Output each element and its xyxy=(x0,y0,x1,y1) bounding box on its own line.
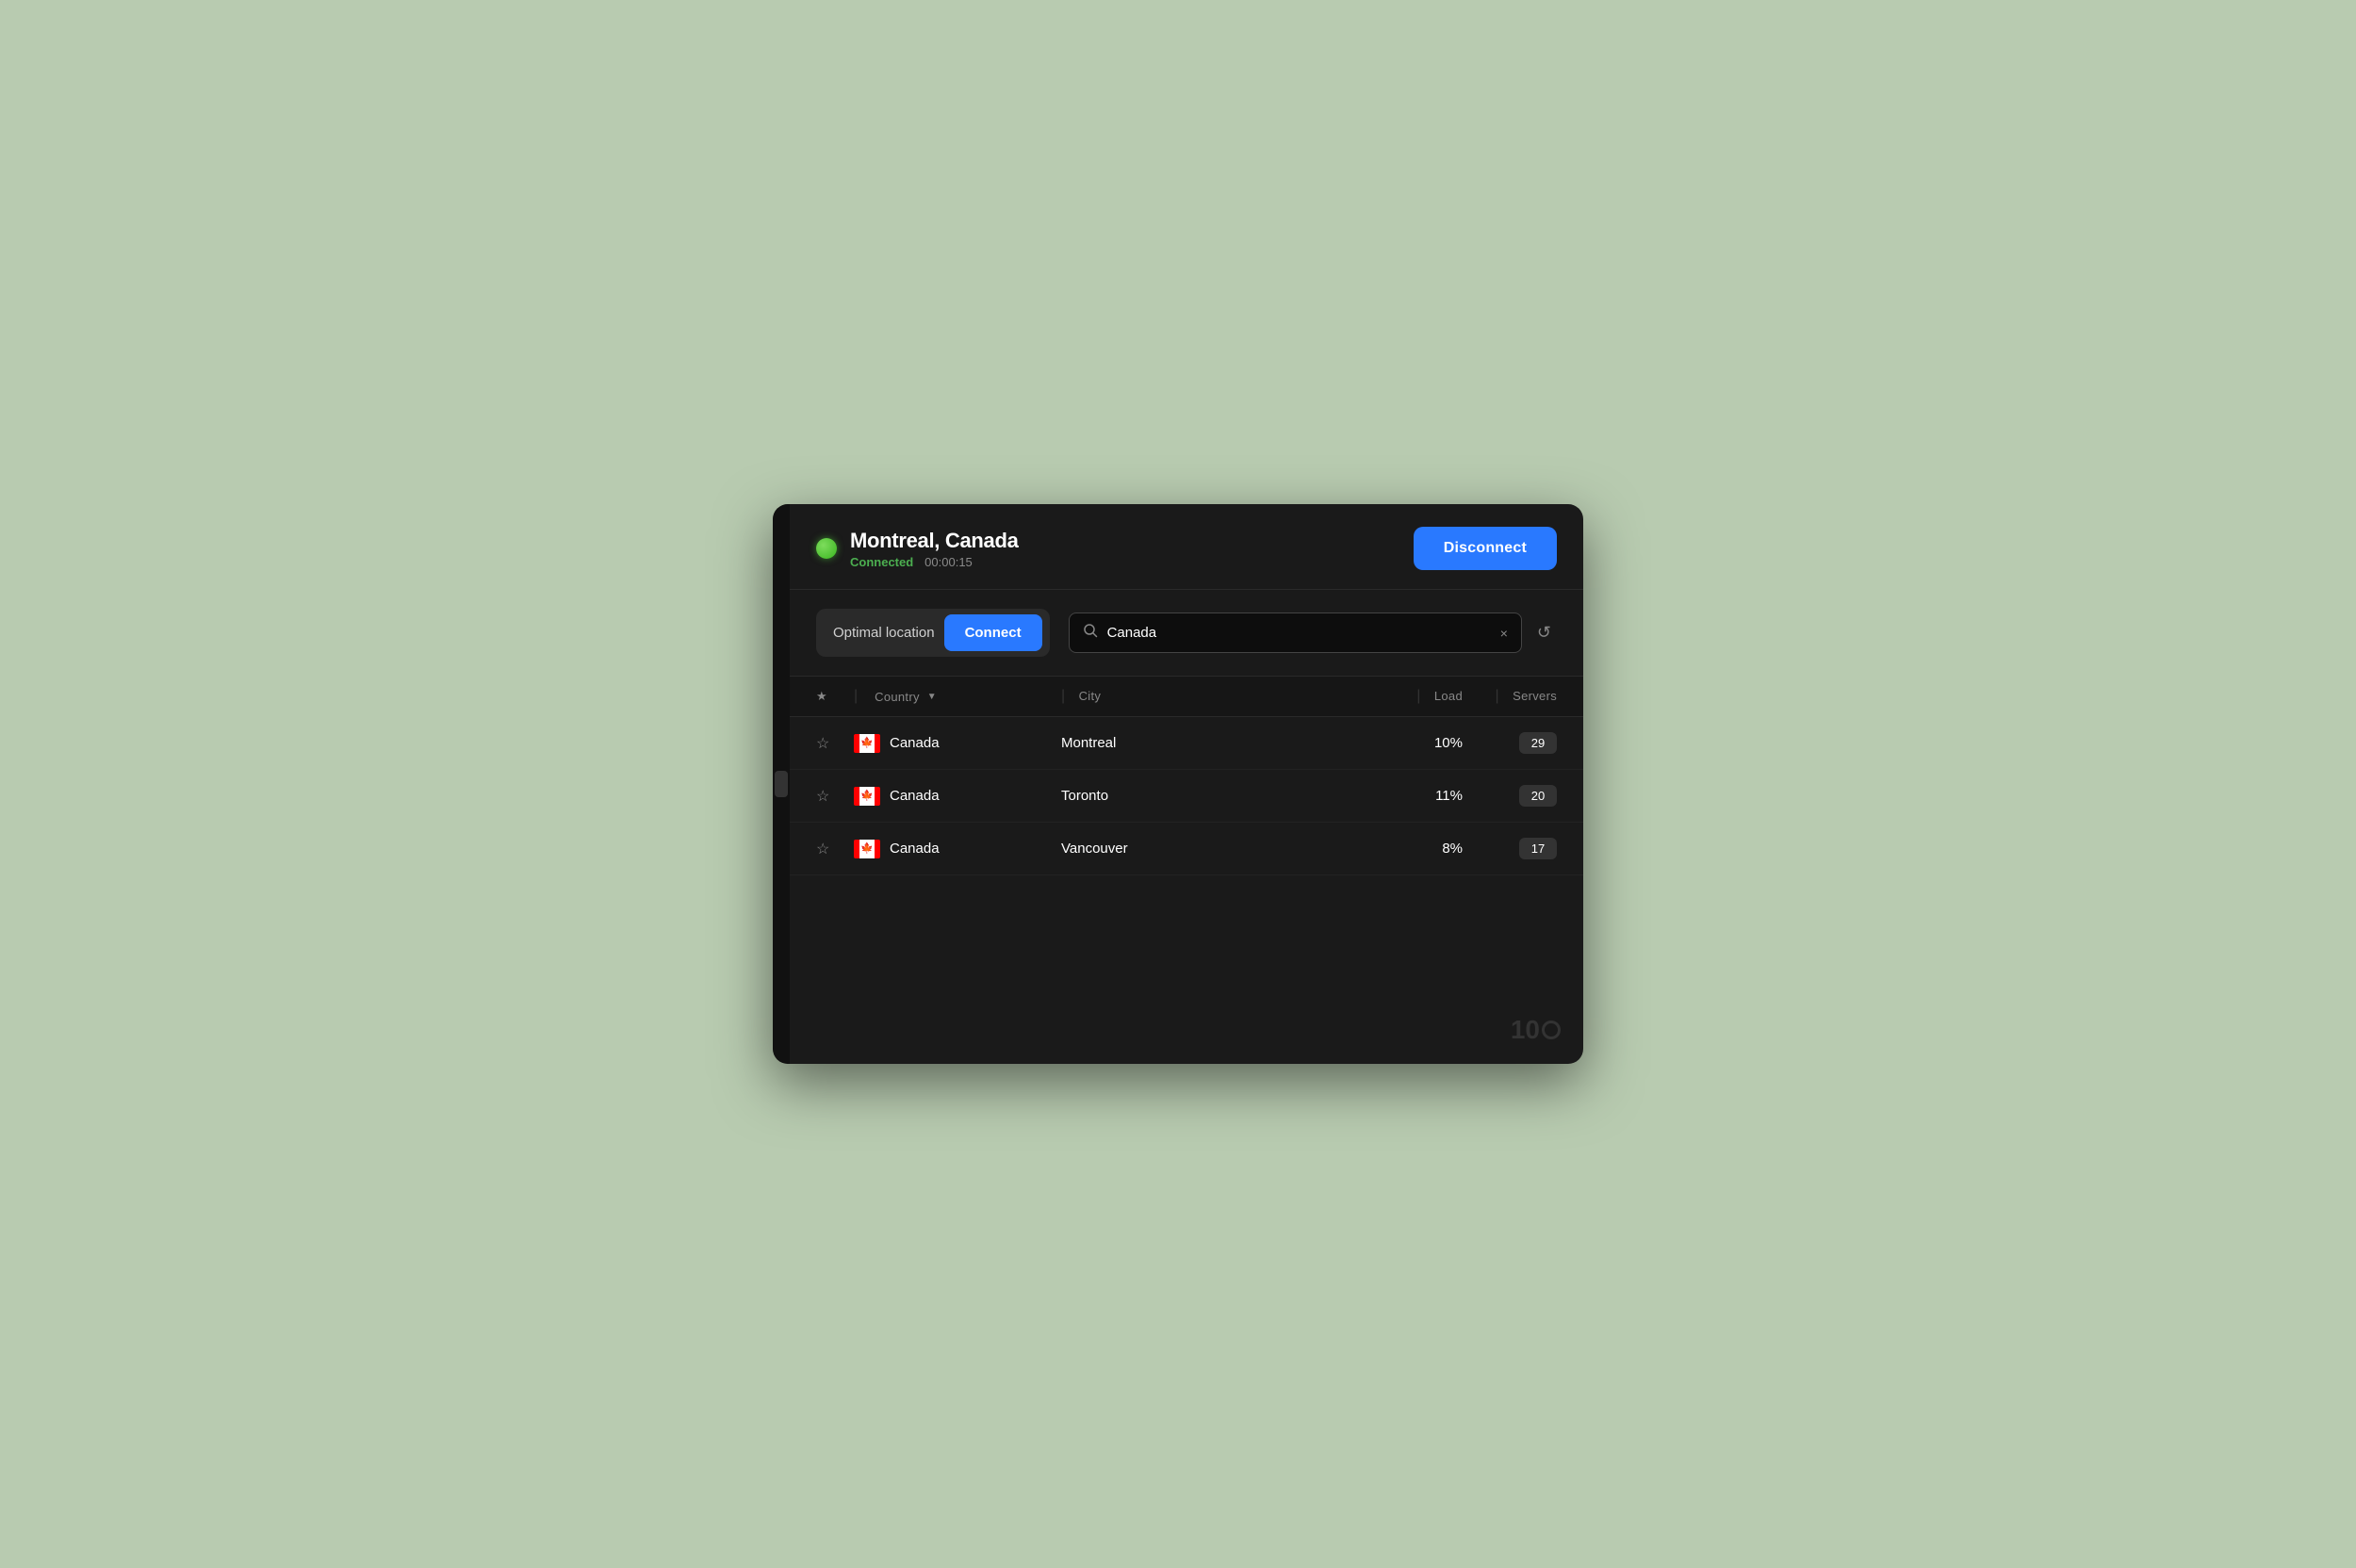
country-column-label: Country xyxy=(875,690,920,704)
city-vancouver: Vancouver xyxy=(1061,841,1387,857)
connection-timer: 00:00:15 xyxy=(924,555,973,569)
load-montreal: 10% xyxy=(1387,735,1481,751)
servers-column-label: Servers xyxy=(1513,689,1557,703)
city-montreal: Montreal xyxy=(1061,735,1387,751)
country-cell-vancouver: 🍁 Canada xyxy=(854,840,1061,858)
search-icon xyxy=(1083,623,1098,643)
load-toronto: 11% xyxy=(1387,788,1481,804)
star-column-header: ★ xyxy=(816,689,827,703)
country-name-vancouver: Canada xyxy=(890,841,940,857)
app-window: Montreal, Canada Connected 00:00:15 Disc… xyxy=(773,504,1583,1064)
sidebar-strip xyxy=(773,504,790,1064)
servers-cell-montreal: 29 xyxy=(1481,732,1557,754)
servers-badge-vancouver: 17 xyxy=(1519,838,1557,859)
table-row[interactable]: ☆ 🍁 Canada Montreal 10% 29 xyxy=(790,717,1583,770)
col-header-city: | City xyxy=(1061,688,1387,705)
favorite-button-montreal[interactable]: ☆ xyxy=(816,734,854,753)
favorite-button-vancouver[interactable]: ☆ xyxy=(816,840,854,858)
country-cell-montreal: 🍁 Canada xyxy=(854,734,1061,753)
connection-location: Montreal, Canada xyxy=(850,529,1019,553)
connection-status-row: Connected 00:00:15 xyxy=(850,555,1019,569)
servers-cell-toronto: 20 xyxy=(1481,785,1557,807)
toolbar: Optimal location Connect × xyxy=(790,590,1583,677)
main-content: Montreal, Canada Connected 00:00:15 Disc… xyxy=(790,504,1583,1064)
favorite-button-toronto[interactable]: ☆ xyxy=(816,787,854,806)
disconnect-button[interactable]: Disconnect xyxy=(1414,527,1557,570)
table-row[interactable]: ☆ 🍁 Canada Vancouver 8% 17 xyxy=(790,823,1583,875)
canada-flag-montreal: 🍁 xyxy=(854,734,880,753)
city-column-label: City xyxy=(1079,689,1102,703)
country-name-montreal: Canada xyxy=(890,735,940,751)
servers-badge-toronto: 20 xyxy=(1519,785,1557,807)
table-row[interactable]: ☆ 🍁 Canada Toronto 11% 20 xyxy=(790,770,1583,823)
col-header-load: | Load xyxy=(1387,688,1481,705)
search-area: × ↺ xyxy=(1069,612,1557,653)
status-dot xyxy=(816,538,837,559)
search-box[interactable]: × xyxy=(1069,612,1522,653)
servers-badge-montreal: 29 xyxy=(1519,732,1557,754)
col-header-star: ★ xyxy=(816,688,854,705)
connection-header: Montreal, Canada Connected 00:00:15 Disc… xyxy=(790,504,1583,590)
sidebar-toggle[interactable] xyxy=(775,771,788,797)
connection-text: Montreal, Canada Connected 00:00:15 xyxy=(850,529,1019,569)
sort-icon[interactable]: ▼ xyxy=(927,692,937,702)
server-table: ★ | Country ▼ | City | Load xyxy=(790,677,1583,1064)
col-header-country: | Country ▼ xyxy=(854,688,1061,705)
load-column-label: Load xyxy=(1434,689,1463,703)
city-toronto: Toronto xyxy=(1061,788,1387,804)
country-name-toronto: Canada xyxy=(890,788,940,804)
canada-flag-toronto: 🍁 xyxy=(854,787,880,806)
search-input[interactable] xyxy=(1107,625,1491,641)
search-clear-icon[interactable]: × xyxy=(1500,626,1508,641)
optimal-location-box: Optimal location Connect xyxy=(816,609,1050,657)
col-header-servers: | Servers xyxy=(1481,688,1557,705)
empty-space xyxy=(790,875,1583,1064)
load-vancouver: 8% xyxy=(1387,841,1481,857)
servers-cell-vancouver: 17 xyxy=(1481,838,1557,859)
canada-flag-vancouver: 🍁 xyxy=(854,840,880,858)
connected-label: Connected xyxy=(850,555,913,569)
country-cell-toronto: 🍁 Canada xyxy=(854,787,1061,806)
optimal-location-label: Optimal location xyxy=(833,625,935,641)
refresh-button[interactable]: ↺ xyxy=(1531,617,1557,648)
connection-info: Montreal, Canada Connected 00:00:15 xyxy=(816,529,1019,569)
desktop-background: Montreal, Canada Connected 00:00:15 Disc… xyxy=(0,0,2356,1568)
connect-button[interactable]: Connect xyxy=(944,614,1042,651)
table-header: ★ | Country ▼ | City | Load xyxy=(790,677,1583,717)
